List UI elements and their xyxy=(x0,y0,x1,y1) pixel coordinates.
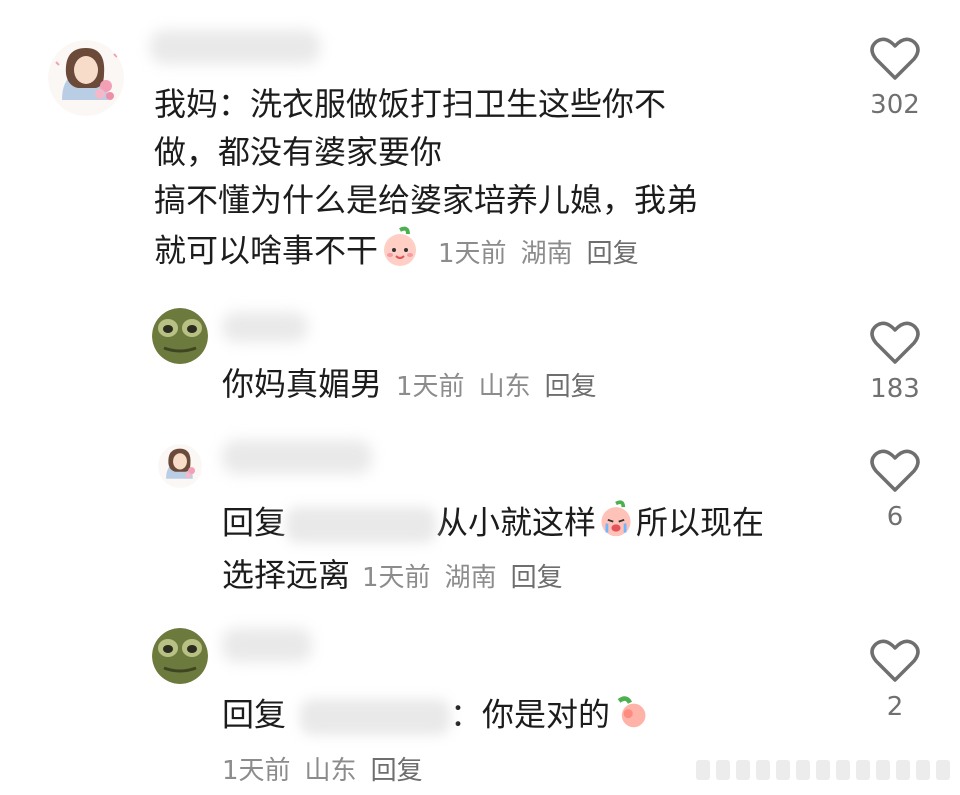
like-count: 2 xyxy=(886,692,904,722)
comment-location: 湖南 xyxy=(444,563,497,593)
comment-line: 所以现在 xyxy=(636,503,765,542)
comment-time: 1天前 xyxy=(438,238,507,269)
like-count: 183 xyxy=(870,374,920,404)
like-button[interactable]: 183 xyxy=(865,320,925,404)
comment-location: 山东 xyxy=(304,756,357,786)
like-button[interactable]: 2 xyxy=(865,638,925,722)
frog-avatar-icon xyxy=(152,308,208,364)
like-count: 6 xyxy=(886,502,904,532)
comment-time: 1天前 xyxy=(222,756,291,786)
heart-outline-icon xyxy=(870,37,920,80)
frog-avatar-icon xyxy=(152,628,208,684)
comment-line: ：你是对的 xyxy=(450,695,611,734)
comment-line: 搞不懂为什么是给婆家培养儿媳，我弟 xyxy=(154,181,699,219)
girl-avatar-icon xyxy=(158,444,202,488)
comment-last-line: 就可以啥事不干 1天前 湖南 回复 xyxy=(154,224,834,281)
reply-button[interactable]: 回复 xyxy=(587,239,639,269)
avatar-user1-small[interactable] xyxy=(158,444,202,488)
comment-line: 你妈真媚男 xyxy=(222,365,383,403)
comment-text: 我妈：洗衣服做饭打扫卫生这些你不 做，都没有婆家要你 搞不懂为什么是给婆家培养儿… xyxy=(154,80,834,281)
comment-line: 我妈：洗衣服做饭打扫卫生这些你不 xyxy=(154,85,667,123)
comment-text: 你妈真媚男 1天前 山东 回复 xyxy=(222,360,611,411)
username-blurred xyxy=(222,628,312,662)
comment-second-line: 选择远离 1天前 湖南 回复 xyxy=(222,551,842,602)
like-button[interactable]: 6 xyxy=(865,448,925,532)
peach-blossom-icon xyxy=(610,690,650,743)
comment-first-line: 回复 从小就这样 所以现在 xyxy=(222,498,842,551)
avatar-user2[interactable] xyxy=(152,308,208,364)
heart-outline-icon xyxy=(870,321,920,364)
reply-button[interactable]: 回复 xyxy=(371,756,423,786)
comment-text: 回复 从小就这样 所以现在 选择远离 1天前 湖南 回复 xyxy=(222,498,842,602)
like-count: 302 xyxy=(870,90,920,120)
reply-button[interactable]: 回复 xyxy=(511,563,563,593)
comment-location: 山东 xyxy=(478,372,531,402)
reply-prefix: 回复 xyxy=(222,695,287,734)
heart-outline-icon xyxy=(870,449,920,492)
comment-time: 1天前 xyxy=(362,563,431,593)
comment-location: 湖南 xyxy=(520,238,573,269)
heart-outline-icon xyxy=(870,639,920,682)
avatar-user1[interactable] xyxy=(48,40,124,116)
comment-line: 做，都没有婆家要你 xyxy=(154,133,443,171)
username-blurred xyxy=(222,312,308,342)
comment-first-line: 回复 ：你是对的 xyxy=(222,690,842,743)
comment-line: 从小就这样 xyxy=(436,503,597,542)
crying-peach-icon xyxy=(596,498,636,551)
girl-avatar-icon xyxy=(48,40,124,116)
username-blurred xyxy=(222,440,372,474)
reply-prefix: 回复 xyxy=(222,503,287,542)
mention-blurred xyxy=(300,698,451,735)
peach-smile-icon xyxy=(378,224,422,281)
comment-line: 就可以啥事不干 xyxy=(154,231,379,270)
like-button[interactable]: 302 xyxy=(865,36,925,120)
comment-time: 1天前 xyxy=(396,372,465,402)
avatar-user2[interactable] xyxy=(152,628,208,684)
reply-button[interactable]: 回复 xyxy=(545,372,597,402)
mention-blurred xyxy=(286,506,437,543)
comment-line: 选择远离 xyxy=(222,556,351,594)
watermark-blurred xyxy=(696,760,950,780)
username-blurred xyxy=(150,30,320,64)
